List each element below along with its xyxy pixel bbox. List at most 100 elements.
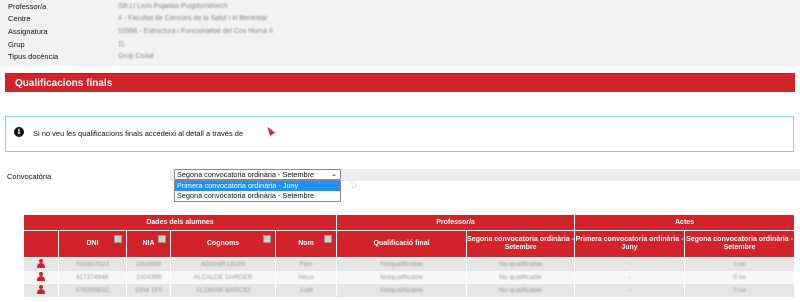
section-header: Qualificacions finals [5, 73, 795, 92]
prim-act-cell: - [574, 284, 686, 297]
student-cell[interactable] [23, 284, 59, 297]
info-label: Centre [8, 14, 31, 23]
cognoms-value: ADAHIR LEON [200, 261, 246, 268]
dni-value: 41737494K [75, 274, 110, 281]
seg-act-cell: 0 no [684, 257, 796, 271]
convocatoria-label: Convocatòria [7, 172, 52, 181]
prim-act-value: - [628, 274, 631, 281]
col-nom-label: Nom [298, 240, 314, 247]
qf-cell: Notqualificable [336, 284, 468, 297]
qf-value: Notqualificable [380, 287, 423, 294]
sort-icon[interactable] [114, 235, 122, 243]
dni-value: 47638983C [75, 287, 110, 294]
col-dni[interactable]: DNI [58, 230, 127, 258]
col-cognoms-label: Cognoms [206, 240, 240, 247]
seg-act-cell: 0 no [684, 271, 796, 284]
prim-act-value: - [628, 261, 631, 268]
nom-cell: Judit [275, 284, 338, 297]
table-row: 41737494K 1004399 ALCALDE DARDER Neus No… [23, 271, 796, 284]
dropdown-option[interactable]: Segona convocatoria ordinària - Setembre [175, 191, 340, 201]
sort-icon[interactable] [324, 235, 333, 243]
nom-value: Flen [299, 261, 313, 268]
student-cell[interactable] [23, 271, 59, 284]
col-primera-actes: Primera convocatoria ordinària - Juny [574, 230, 686, 258]
prim-act-cell: - [574, 257, 686, 271]
cognoms-cell: ADAHIR LEON [170, 257, 276, 271]
convocatoria-selected-value: Segona convocatoria ordinària - Setembre [177, 170, 315, 179]
seg-act-cell: 0 no [684, 284, 796, 297]
convocatoria-select[interactable]: Segona convocatoria ordinària - Setembre… [174, 169, 341, 180]
nom-value: Judit [299, 287, 313, 294]
nia-value: 1004 1F5 [134, 287, 163, 294]
col-segona-professor: Segona convocatoria ordinària - Setembre [466, 230, 576, 258]
nia-cell: 1004998 [126, 257, 171, 271]
seg-prof-value: No qualificable [499, 274, 542, 281]
nom-value: Neus [298, 274, 314, 281]
prim-act-value: - [628, 287, 631, 294]
qf-value: Notqualificable [380, 274, 423, 281]
col-nia[interactable]: NIA [126, 230, 171, 258]
col-nia-label: NIA [142, 240, 155, 247]
student-cell[interactable] [23, 257, 59, 271]
col-nom[interactable]: Nom [274, 230, 338, 258]
info-value: Sllt.Ll Lluís Pujadas Puigdomènech [118, 3, 228, 10]
info-row-professor: Professor/a Sllt.Ll Lluís Pujadas Puigdo… [0, 2, 800, 12]
qf-cell: Notqualificable [336, 257, 468, 271]
convocatoria-dropdown[interactable]: Primera convocatoria ordinària - Juny Se… [174, 180, 341, 202]
seg-act-value: 0 no [733, 261, 746, 268]
group-header-actes: Actes [574, 214, 796, 231]
chevron-down-icon: ⌄ [331, 171, 337, 178]
person-icon[interactable] [36, 285, 46, 294]
person-icon[interactable] [36, 272, 46, 281]
qf-cell: Notqualificable [336, 271, 468, 284]
dni-cell: 47638983C [58, 284, 127, 297]
info-row-tipus-docencia: Tipus docència Grup Ciutat [0, 52, 800, 62]
col-qualificacio-final: Qualificació final [336, 230, 468, 258]
nia-value: 1004998 [135, 261, 162, 268]
info-value: Grup Ciutat [118, 53, 154, 60]
seg-prof-cell: No qualificable [466, 284, 576, 297]
nia-cell: 1004399 [126, 271, 171, 284]
col-cognoms[interactable]: Cognoms [170, 230, 276, 258]
nom-cell: Neus [275, 271, 338, 284]
seg-prof-value: No qualificable [499, 287, 542, 294]
nia-cell: 1004 1F5 [126, 284, 171, 297]
info-row-grup: Grup 1L [0, 40, 800, 50]
col-icon [23, 230, 59, 258]
info-label: Grup [8, 40, 25, 49]
info-icon: i [14, 127, 24, 137]
sort-icon[interactable] [158, 235, 166, 243]
cognoms-value: ALCALDE DARDER [193, 274, 253, 281]
cognoms-cell: ALOMAR BARCIO [170, 284, 276, 297]
seg-prof-cell: No qualificable [466, 257, 576, 271]
info-value: 4 - Facultat de Ciències de la Salut i e… [118, 15, 268, 22]
seg-act-value: 0 no [733, 274, 746, 281]
table-row: 53330752J 1004998 ADAHIR LEON Flen Notqu… [23, 257, 796, 271]
person-icon[interactable] [36, 259, 46, 268]
col-segona-actes: Segona convocatoria ordinària - Setembre [684, 230, 796, 258]
prim-act-cell: - [574, 271, 686, 284]
nom-cell: Flen [275, 257, 338, 271]
col-dni-label: DNI [86, 240, 99, 247]
course-info-panel: Professor/a Sllt.Ll Lluís Pujadas Puigdo… [0, 0, 800, 66]
seg-prof-value: No qualificable [499, 261, 542, 268]
dni-value: 53330752J [76, 261, 109, 268]
dni-cell: 41737494K [58, 271, 127, 284]
seg-act-value: 0 no [733, 287, 746, 294]
cognoms-value: ALOMAR BARCIO [195, 287, 251, 294]
group-header-alumnes: Dades dels alumnes [22, 214, 338, 231]
notice-box: i Si no veu les qualificacions finals ac… [5, 116, 794, 152]
grades-table: Dades dels alumnes Professor/a Actes DNI… [22, 214, 796, 297]
info-row-assignatura: Assignatura 10996 - Estructura i Funcion… [0, 27, 800, 37]
info-label: Tipus docència [8, 52, 59, 61]
notice-text: Si no veu les qualificacions finals acce… [33, 129, 244, 138]
dropdown-option[interactable]: Primera convocatoria ordinària - Juny [175, 181, 340, 191]
group-header-professor: Professor/a [336, 214, 576, 231]
info-row-centre: Centre 4 - Facultat de Ciències de la Sa… [0, 14, 800, 24]
dni-cell: 53330752J [58, 257, 127, 271]
seg-prof-cell: No qualificable [466, 271, 576, 284]
info-label: Professor/a [8, 2, 47, 11]
sort-icon[interactable] [263, 235, 271, 243]
info-value: 10996 - Estructura i Funcionalitat del C… [118, 28, 273, 35]
qf-value: Notqualificable [380, 261, 423, 268]
